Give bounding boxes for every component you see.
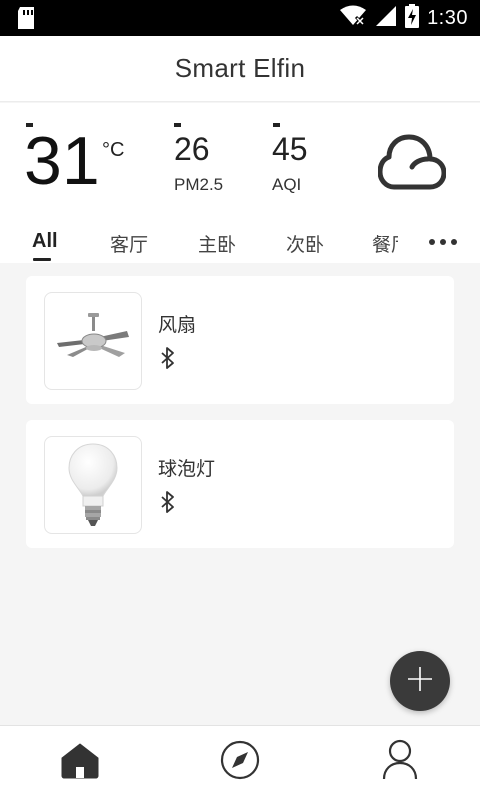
bluetooth-icon <box>158 346 178 374</box>
light-bulb-image <box>44 436 142 534</box>
tab-master-bedroom[interactable]: 主卧 <box>198 230 236 257</box>
device-card-bulb[interactable]: 球泡灯 <box>26 420 454 548</box>
wifi-icon <box>339 5 367 31</box>
temperature-value: 31 <box>24 123 100 199</box>
aqi-label: AQI <box>272 175 302 194</box>
nav-discover[interactable] <box>218 740 262 784</box>
tab-dining-room[interactable]: 餐厅 <box>372 230 398 257</box>
home-icon <box>60 740 100 784</box>
status-time: 1:30 <box>427 6 468 29</box>
aqi-value: 45 <box>272 131 308 167</box>
device-card-fan[interactable]: 风扇 <box>26 276 454 404</box>
app-header: Smart Elfin <box>0 36 480 102</box>
tab-living-room[interactable]: 客厅 <box>110 230 148 257</box>
nav-home[interactable] <box>58 740 102 784</box>
pm25-marker <box>174 123 181 127</box>
sd-card-icon <box>16 7 36 33</box>
aqi-marker <box>273 123 280 127</box>
pm25-value: 26 <box>174 131 210 167</box>
device-name: 球泡灯 <box>158 458 216 480</box>
tab-all[interactable]: All <box>32 230 58 253</box>
user-icon <box>380 739 420 785</box>
page-title: Smart Elfin <box>174 53 306 83</box>
cloud-icon <box>377 129 447 195</box>
pm25-label: PM2.5 <box>174 175 224 194</box>
tab-second-bedroom[interactable]: 次卧 <box>286 230 324 257</box>
more-dots-icon[interactable] <box>428 222 458 268</box>
plus-icon <box>406 665 434 697</box>
room-tabs: All 客厅 主卧 次卧 餐厅 <box>0 222 480 262</box>
fan-image <box>44 292 142 390</box>
nav-profile[interactable] <box>378 739 422 785</box>
cell-signal-icon <box>375 5 397 31</box>
bottom-nav <box>0 725 480 800</box>
tab-active-indicator <box>33 258 51 261</box>
add-device-button[interactable] <box>390 651 450 711</box>
battery-charging-icon <box>405 4 420 32</box>
compass-icon <box>220 740 260 784</box>
bluetooth-icon <box>158 490 178 518</box>
temperature-unit: °C <box>102 139 125 161</box>
device-name: 风扇 <box>158 314 197 336</box>
status-bar: 1:30 <box>0 0 480 36</box>
